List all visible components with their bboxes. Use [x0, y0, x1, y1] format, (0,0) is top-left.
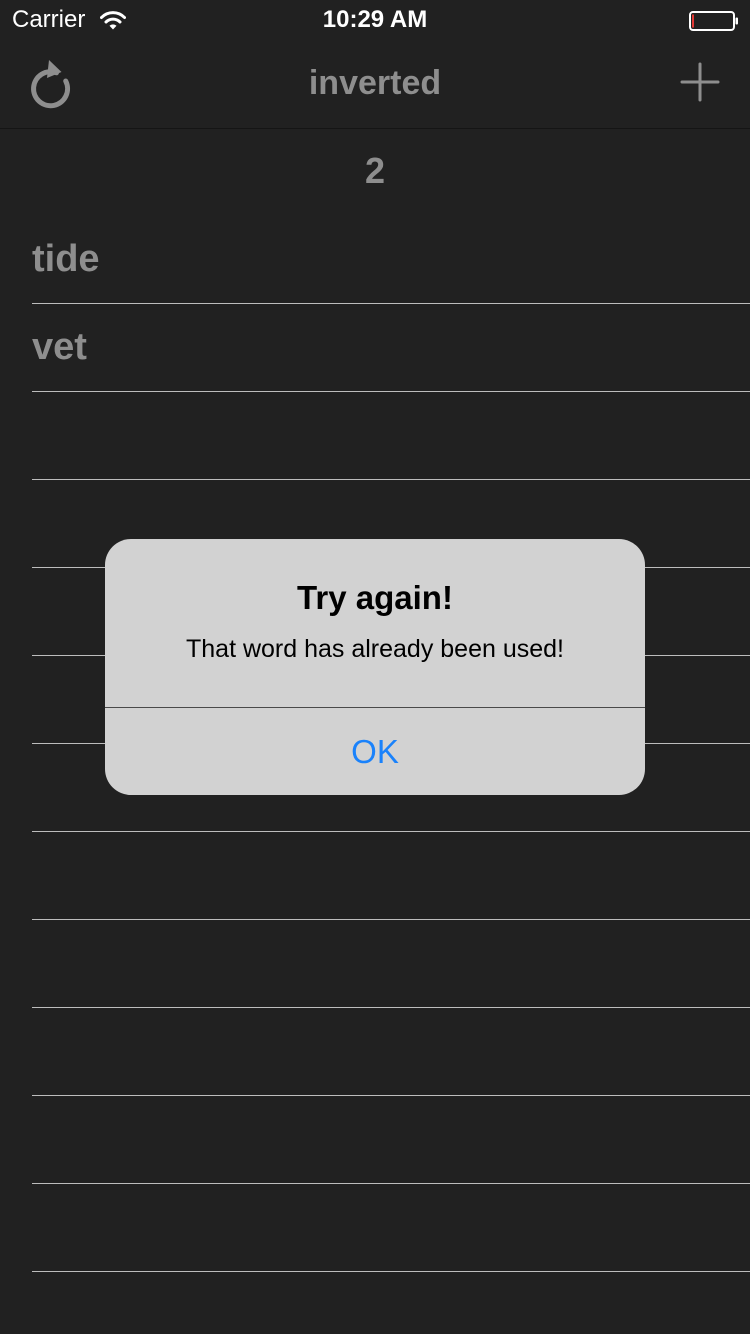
word-row[interactable] — [32, 920, 750, 1008]
ok-button[interactable]: OK — [105, 708, 645, 795]
word-row[interactable]: tide — [32, 216, 750, 304]
alert-message: That word has already been used! — [185, 635, 564, 663]
word-row[interactable] — [32, 1184, 750, 1272]
alert-dialog: Try again! That word has already been us… — [105, 539, 645, 795]
battery-icon — [689, 11, 738, 31]
word-text: tide — [32, 238, 100, 280]
word-row[interactable] — [32, 832, 750, 920]
alert-title: Try again! — [297, 579, 453, 616]
score-counter: 2 — [364, 150, 386, 191]
word-row[interactable] — [32, 1008, 750, 1096]
app-screen: Carrier 10:29 AM inverted 2 tide vet Try… — [0, 0, 750, 1334]
word-row[interactable]: vet — [32, 304, 750, 392]
clock-time: 10:29 AM — [322, 6, 428, 33]
plus-icon[interactable] — [680, 62, 720, 102]
status-bar: Carrier 10:29 AM — [0, 0, 750, 40]
word-text: vet — [32, 326, 87, 368]
word-row[interactable] — [32, 392, 750, 480]
word-row[interactable] — [32, 1096, 750, 1184]
navigation-bar: inverted — [0, 40, 750, 129]
page-title: inverted — [308, 64, 442, 102]
